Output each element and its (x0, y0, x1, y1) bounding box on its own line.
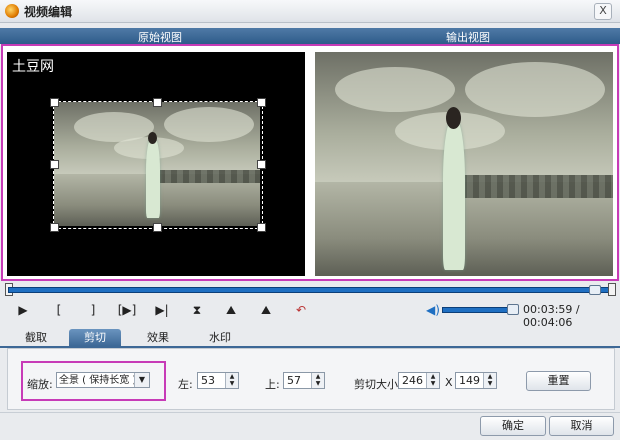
footer-divider (0, 412, 620, 413)
ok-button[interactable]: 确定 (480, 416, 546, 436)
zoom-dropdown-value: 全景 ( 保持长宽 ) (59, 375, 137, 386)
play-button[interactable]: ▶ (14, 302, 32, 318)
volume-icon[interactable]: ◀) (426, 303, 440, 317)
tab-watermark[interactable]: 水印 (202, 329, 238, 346)
output-video-frame (315, 52, 613, 276)
timeline-playhead[interactable] (589, 285, 602, 295)
app-icon (5, 4, 19, 18)
spinner-arrows-icon[interactable]: ▲ ▼ (483, 373, 496, 388)
watermark-text: 土豆网 (12, 59, 54, 75)
left-offset-spinner[interactable]: 53 ▲ ▼ (197, 372, 239, 389)
spinner-arrows-icon[interactable]: ▲ ▼ (225, 373, 238, 388)
crop-height-value: 149 (459, 374, 480, 387)
close-button[interactable]: X (594, 3, 612, 20)
crop-handle-left[interactable] (50, 160, 59, 169)
view-header-bar: 原始视图 输出视图 (0, 28, 620, 44)
crop-handle-top-right[interactable] (257, 98, 266, 107)
tab-capture[interactable]: 截取 (18, 329, 54, 346)
spinner-arrows-icon[interactable]: ▲ ▼ (426, 373, 439, 388)
fade-in-button[interactable]: ⛰ (222, 302, 240, 318)
crop-rectangle[interactable] (53, 101, 263, 229)
tab-effects[interactable]: 效果 (140, 329, 176, 346)
top-label: 上: (265, 378, 280, 391)
crop-height-spinner[interactable]: 149 ▲ ▼ (455, 372, 497, 389)
title-bar: 视频编辑 X (0, 0, 620, 23)
mark-in-button[interactable]: [ (50, 302, 68, 318)
crop-handle-bottom-left[interactable] (50, 223, 59, 232)
left-label: 左: (178, 378, 193, 391)
top-offset-value: 57 (287, 374, 301, 387)
left-offset-value: 53 (201, 374, 215, 387)
crop-handle-top[interactable] (153, 98, 162, 107)
crop-width-value: 246 (402, 374, 423, 387)
size-separator: X (445, 376, 453, 389)
crop-handle-bottom[interactable] (153, 223, 162, 232)
volume-slider-thumb[interactable] (507, 304, 519, 315)
original-view-label: 原始视图 (138, 31, 182, 44)
zoom-label: 缩放: (27, 378, 53, 391)
split-button[interactable]: ⧗ (188, 302, 206, 318)
tab-bar: 截取 剪切 效果 水印 (0, 329, 620, 347)
timeline-track[interactable] (8, 287, 613, 293)
chevron-down-icon[interactable]: ▼ (134, 373, 149, 387)
undo-button[interactable]: ↶ (292, 302, 310, 318)
fade-out-button[interactable]: ⛰ (257, 302, 275, 318)
next-frame-button[interactable]: ▶| (153, 302, 171, 318)
volume-slider[interactable] (442, 307, 514, 313)
output-view-label: 输出视图 (446, 31, 490, 44)
time-display: 00:03:59 / 00:04:06 (523, 303, 580, 329)
zoom-dropdown[interactable]: 全景 ( 保持长宽 ) ▼ (56, 372, 150, 388)
top-offset-spinner[interactable]: 57 ▲ ▼ (283, 372, 325, 389)
mark-out-button[interactable]: ] (84, 302, 102, 318)
crop-handle-top-left[interactable] (50, 98, 59, 107)
window-title: 视频编辑 (24, 5, 73, 19)
output-preview (315, 52, 613, 276)
cancel-button[interactable]: 取消 (549, 416, 614, 436)
crop-width-spinner[interactable]: 246 ▲ ▼ (398, 372, 440, 389)
play-selection-button[interactable]: [▶] (116, 302, 138, 318)
crop-handle-bottom-right[interactable] (257, 223, 266, 232)
crop-handle-right[interactable] (257, 160, 266, 169)
reset-button[interactable]: 重置 (526, 371, 591, 391)
spinner-arrows-icon[interactable]: ▲ ▼ (311, 373, 324, 388)
crop-size-label: 剪切大小: (354, 378, 402, 391)
timeline-end-marker[interactable] (608, 283, 616, 296)
tab-crop[interactable]: 剪切 (69, 329, 121, 346)
